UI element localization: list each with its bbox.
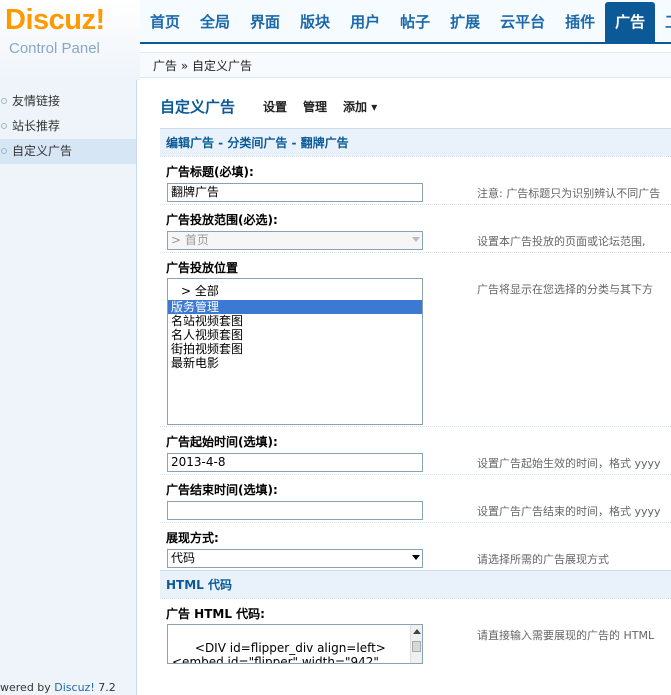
display-mode-hint: 请选择所需的广告展现方式 <box>477 553 609 566</box>
nav-tab-tools[interactable]: 工 <box>655 2 671 42</box>
main-nav: 首页 全局 界面 版块 用户 帖子 扩展 云平台 插件 广告 工 <box>140 0 671 44</box>
display-mode-label: 展现方式: <box>160 522 671 546</box>
title-label: 广告标题(必填): <box>160 156 671 180</box>
position-option[interactable]: 最新电影 <box>168 356 422 370</box>
display-mode-row: 代码 请选择所需的广告展现方式 <box>160 546 671 570</box>
end-time-hint: 设置广告广告结束的时间，格式 yyyy <box>477 505 661 518</box>
logo-subtitle: Control Panel <box>9 40 100 57</box>
bullet-icon <box>1 98 7 104</box>
start-time-label: 广告起始时间(选填): <box>160 426 671 450</box>
scroll-up-icon[interactable] <box>413 629 421 634</box>
end-time-row: 设置广告广告结束的时间，格式 yyyy <box>160 498 671 522</box>
nav-tab-forums[interactable]: 版块 <box>290 2 340 42</box>
chevron-down-icon <box>412 237 420 242</box>
sidebar-item-label: 自定义广告 <box>12 144 73 158</box>
sidebar: 友情链接 站长推荐 自定义广告 wered by Discuz! 7.2 <box>0 80 137 695</box>
scope-select[interactable]: > 首页 <box>167 231 423 250</box>
display-mode-select[interactable]: 代码 <box>167 549 423 568</box>
start-time-hint: 设置广告起始生效的时间，格式 yyyy <box>477 457 661 470</box>
nav-tab-global[interactable]: 全局 <box>190 2 240 42</box>
html-section-heading: HTML 代码 <box>160 570 671 598</box>
bullet-icon <box>1 123 7 129</box>
nav-tab-ads[interactable]: 广告 <box>605 2 656 42</box>
page-title: 自定义广告 <box>160 97 236 116</box>
footer-prefix: wered by <box>0 681 55 694</box>
nav-tab-posts[interactable]: 帖子 <box>390 2 440 42</box>
manage-link[interactable]: 管理 <box>303 98 327 115</box>
nav-tab-plugins[interactable]: 插件 <box>555 2 605 42</box>
chevron-down-icon <box>412 555 420 560</box>
nav-tab-style[interactable]: 界面 <box>240 2 290 42</box>
bullet-icon <box>1 148 7 154</box>
html-code-label: 广告 HTML 代码: <box>160 598 671 622</box>
position-hint: 广告将显示在您选择的分类与其下方 <box>477 283 653 296</box>
sidebar-item-label: 站长推荐 <box>12 119 61 133</box>
logo[interactable]: Discuz! Control Panel <box>0 0 140 80</box>
page-header: 自定义广告 设置 管理 添加 ▾ <box>160 84 671 128</box>
position-listbox[interactable]: > 全部 版务管理 名站视频套图 名人视频套图 街拍视频套图 最新电影 <box>167 278 423 425</box>
breadcrumb: 广告 » 自定义广告 <box>140 52 671 78</box>
powered-by-footer: wered by Discuz! 7.2 <box>0 681 116 695</box>
sidebar-item-custom-ads[interactable]: 自定义广告 <box>0 139 136 164</box>
nav-tab-cloud[interactable]: 云平台 <box>490 2 555 42</box>
scope-hint: 设置本广告投放的页面或论坛范围, <box>477 235 646 248</box>
header: Discuz! Control Panel 首页 全局 界面 版块 用户 帖子 … <box>0 0 671 80</box>
nav-tab-extend[interactable]: 扩展 <box>440 2 490 42</box>
position-row: > 全部 版务管理 名站视频套图 名人视频套图 街拍视频套图 最新电影 广告将显… <box>160 276 671 426</box>
end-time-input[interactable] <box>167 501 423 520</box>
start-time-row: 2013-4-8 设置广告起始生效的时间，格式 yyyy <box>160 450 671 474</box>
ad-title-input[interactable]: 翻牌广告 <box>167 183 423 202</box>
display-mode-value: 代码 <box>171 551 196 565</box>
section-heading: 编辑广告 - 分类间广告 - 翻牌广告 <box>160 128 671 156</box>
scope-select-value: > 首页 <box>171 233 209 247</box>
nav-tab-home[interactable]: 首页 <box>140 2 190 42</box>
settings-link[interactable]: 设置 <box>263 98 287 115</box>
logo-brand: Discuz! <box>5 4 105 36</box>
position-option-board-admin[interactable]: 版务管理 <box>168 300 422 314</box>
title-hint: 注意: 广告标题只为识别辨认不同广告 <box>477 187 661 200</box>
end-time-label: 广告结束时间(选填): <box>160 474 671 498</box>
main-content: 自定义广告 设置 管理 添加 ▾ 编辑广告 - 分类间广告 - 翻牌广告 广告标… <box>160 84 671 695</box>
position-option[interactable]: 街拍视频套图 <box>168 342 422 356</box>
nav-tab-users[interactable]: 用户 <box>340 2 390 42</box>
scroll-thumb[interactable] <box>412 641 421 652</box>
textarea-scrollbar[interactable] <box>410 625 422 663</box>
scope-row: > 首页 设置本广告投放的页面或论坛范围, <box>160 228 671 252</box>
position-option-all[interactable]: > 全部 <box>168 283 422 300</box>
position-option[interactable]: 名人视频套图 <box>168 328 422 342</box>
scope-label: 广告投放范围(必选): <box>160 204 671 228</box>
html-code-textarea[interactable]: <DIV id=flipper_div align=left> <embed i… <box>167 624 423 664</box>
position-label: 广告投放位置 <box>160 252 671 276</box>
footer-discuz-link[interactable]: Discuz! <box>54 681 94 694</box>
start-time-input[interactable]: 2013-4-8 <box>167 453 423 472</box>
title-row: 翻牌广告 注意: 广告标题只为识别辨认不同广告 <box>160 180 671 204</box>
add-dropdown[interactable]: 添加 ▾ <box>343 98 377 115</box>
html-code-row: <DIV id=flipper_div align=left> <embed i… <box>160 622 671 664</box>
sidebar-item-label: 友情链接 <box>12 94 61 108</box>
html-code-value: <DIV id=flipper_div align=left> <embed i… <box>172 641 386 664</box>
footer-version: 7.2 <box>94 681 116 694</box>
position-option[interactable]: 名站视频套图 <box>168 314 422 328</box>
html-code-hint: 请直接输入需要展现的广告的 HTML <box>477 629 655 642</box>
sidebar-item-recommend[interactable]: 站长推荐 <box>0 114 136 139</box>
sidebar-item-friend-links[interactable]: 友情链接 <box>0 89 136 114</box>
